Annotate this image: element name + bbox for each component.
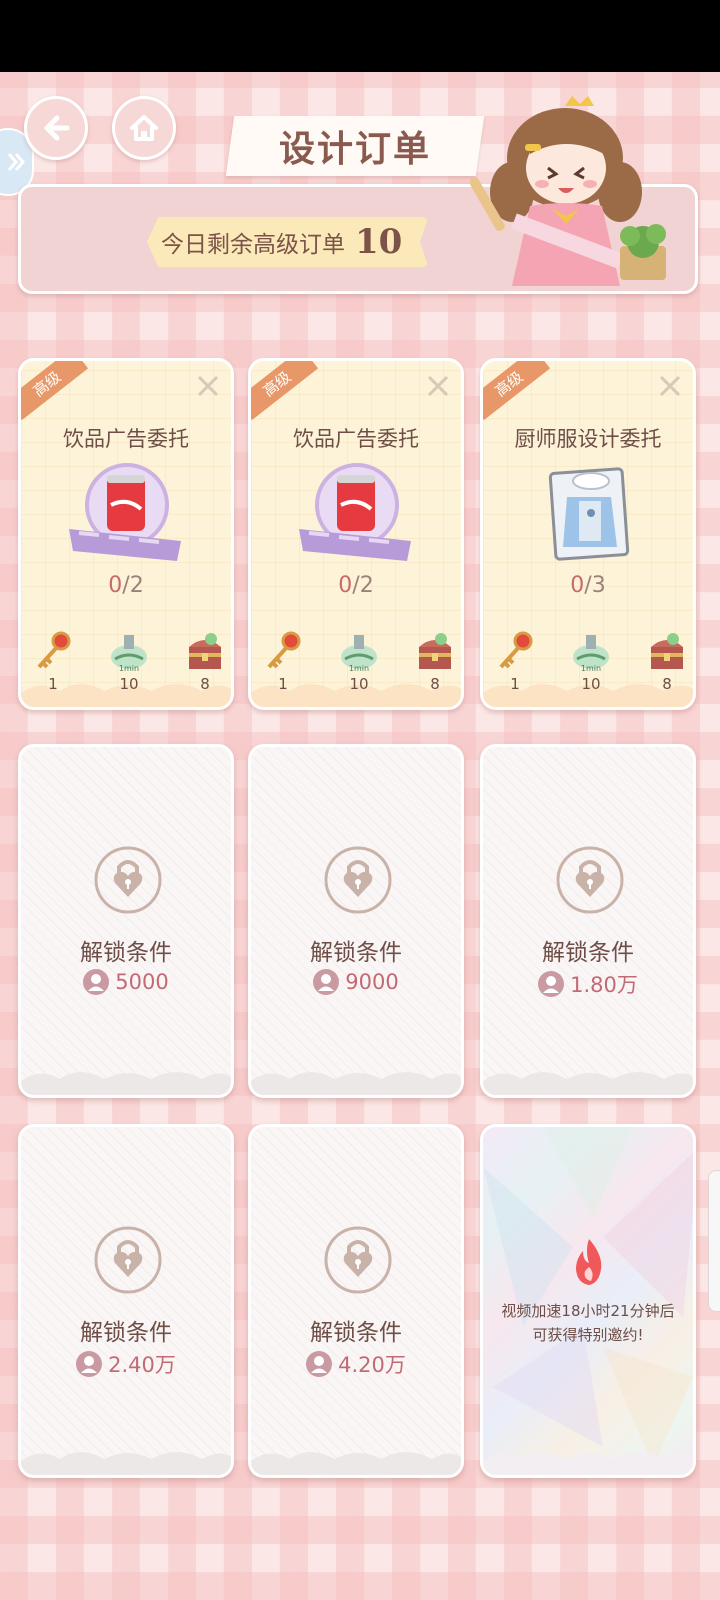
- svg-text:1min: 1min: [349, 664, 369, 673]
- home-icon: [130, 115, 158, 141]
- premium-badge: 高级: [483, 361, 551, 421]
- order-title: 饮品广告委托: [63, 427, 189, 451]
- flame-icon: [576, 1239, 602, 1285]
- heart-lock-icon: [324, 1226, 392, 1294]
- unlock-condition-label: 解锁条件: [80, 1320, 172, 1346]
- reward-item: 1min 10: [99, 629, 159, 693]
- svg-text:1min: 1min: [581, 664, 601, 673]
- double-chevron-right-icon: [7, 153, 25, 171]
- fans-avatar-icon: [306, 1351, 333, 1377]
- reward-list: 1 1min 10 8: [483, 623, 693, 693]
- treasure-chest-icon: [651, 633, 683, 669]
- fans-avatar-icon: [538, 971, 565, 997]
- locked-order-slot[interactable]: 解锁条件 1.80万: [480, 744, 696, 1098]
- close-icon[interactable]: [657, 373, 683, 399]
- key-icon: [37, 631, 71, 669]
- remaining-orders-pill: 今日剩余高级订单 10: [147, 217, 429, 267]
- locked-order-slot[interactable]: 解锁条件 9000: [248, 744, 464, 1098]
- cloud-decoration: [251, 1452, 461, 1475]
- reward-item: 8: [175, 629, 231, 693]
- reward-item: 1min 10: [561, 629, 621, 693]
- page-title: 设计订单: [278, 128, 431, 170]
- time-potion-icon: 1min: [573, 635, 609, 673]
- order-progress: 0/2: [108, 573, 144, 598]
- home-button[interactable]: [112, 96, 176, 160]
- unlock-requirement: 5000: [21, 969, 231, 995]
- unlock-requirement: 4.20万: [251, 1349, 461, 1379]
- order-card[interactable]: 高级 饮品广告委托 0/2 1 1min 10 8: [248, 358, 464, 710]
- time-potion-icon: 1min: [111, 635, 147, 673]
- back-button[interactable]: [24, 96, 88, 160]
- cloud-decoration: [483, 1452, 693, 1475]
- treasure-chest-icon: [419, 633, 451, 669]
- fans-avatar-icon: [313, 969, 340, 995]
- unlock-requirement: 2.40万: [21, 1349, 231, 1379]
- heart-lock-icon: [94, 846, 162, 914]
- fans-avatar-icon: [83, 969, 110, 995]
- heart-lock-icon: [556, 846, 624, 914]
- order-card[interactable]: 高级 饮品广告委托 0/2 1 1min 10 8: [18, 358, 234, 710]
- unlock-condition-label: 解锁条件: [80, 940, 172, 966]
- unlock-condition-label: 解锁条件: [310, 1320, 402, 1346]
- remaining-count: 10: [355, 222, 403, 262]
- cloud-decoration: [21, 1452, 231, 1475]
- order-progress: 0/2: [338, 573, 374, 598]
- unlock-condition-label: 解锁条件: [310, 940, 402, 966]
- reward-item: 8: [405, 629, 461, 693]
- treasure-chest-icon: [189, 633, 221, 669]
- cloud-decoration: [251, 1072, 461, 1095]
- scroll-handle[interactable]: [708, 1170, 720, 1312]
- reward-item: 1: [23, 629, 83, 693]
- soda-can-icon: [299, 463, 411, 561]
- close-icon[interactable]: [425, 373, 451, 399]
- reward-item: 1: [485, 629, 545, 693]
- locked-order-slot[interactable]: 解锁条件 4.20万: [248, 1124, 464, 1478]
- order-card[interactable]: 高级 厨师服设计委托 0/3 1 1min 10 8: [480, 358, 696, 710]
- order-title: 厨师服设计委托: [514, 427, 662, 451]
- order-progress: 0/3: [570, 573, 606, 598]
- special-invite-message: 视频加速18小时21分钟后 可获得特别邀约!: [501, 1302, 675, 1344]
- close-icon[interactable]: [195, 373, 221, 399]
- remaining-label: 今日剩余高级订单: [161, 232, 345, 258]
- page-title-banner: 设计订单: [225, 116, 485, 176]
- heart-lock-icon: [94, 1226, 162, 1294]
- premium-badge: 高级: [21, 361, 89, 421]
- key-icon: [499, 631, 533, 669]
- unlock-condition-label: 解锁条件: [542, 940, 634, 966]
- reward-item: 8: [637, 629, 693, 693]
- order-title: 饮品广告委托: [293, 427, 419, 451]
- mascot-character-illustration: [470, 96, 666, 286]
- time-potion-icon: 1min: [341, 635, 377, 673]
- chef-uniform-icon: [548, 467, 630, 561]
- reward-item: 1: [253, 629, 313, 693]
- reward-list: 1 1min 10 8: [251, 623, 461, 693]
- soda-can-icon: [69, 463, 181, 561]
- fans-avatar-icon: [76, 1351, 103, 1377]
- key-icon: [267, 631, 301, 669]
- cloud-decoration: [483, 1072, 693, 1095]
- heart-lock-icon: [324, 846, 392, 914]
- reward-item: 1min 10: [329, 629, 389, 693]
- unlock-requirement: 1.80万: [483, 969, 693, 999]
- svg-text:1min: 1min: [119, 664, 139, 673]
- cloud-decoration: [21, 1072, 231, 1095]
- special-invite-slot[interactable]: 视频加速18小时21分钟后 可获得特别邀约!: [480, 1124, 696, 1478]
- locked-order-slot[interactable]: 解锁条件 5000: [18, 744, 234, 1098]
- unlock-requirement: 9000: [251, 969, 461, 995]
- premium-badge: 高级: [251, 361, 319, 421]
- locked-order-slot[interactable]: 解锁条件 2.40万: [18, 1124, 234, 1478]
- back-arrow-icon: [44, 115, 70, 141]
- status-bar: [0, 0, 720, 72]
- reward-list: 1 1min 10 8: [21, 623, 231, 693]
